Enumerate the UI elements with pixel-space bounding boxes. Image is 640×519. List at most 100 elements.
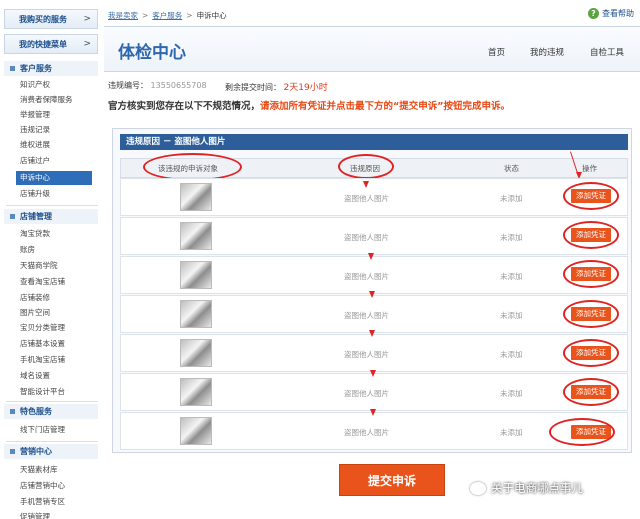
chevron-right-icon: > [83, 39, 91, 49]
annotation-ring [338, 154, 394, 179]
sidebar-item[interactable]: 促销管理 [20, 510, 92, 519]
row-status: 未添加 [500, 428, 523, 437]
breadcrumb-link-customer-service[interactable]: 客户服务 [152, 10, 182, 21]
question-icon: ? [588, 8, 599, 19]
purchased-services-label: 我购买的服务 [19, 14, 67, 24]
annotation-arrowhead [363, 181, 369, 188]
product-thumbnail[interactable] [180, 183, 212, 211]
sidebar-item[interactable]: 宝贝分类管理 [20, 321, 92, 335]
row-reason: 盗图他人图片 [344, 350, 389, 359]
sidebar-item[interactable]: 店铺升级 [20, 187, 92, 201]
annotation-ring [563, 378, 619, 406]
row-status: 未添加 [500, 350, 523, 359]
annotation-arrowhead [370, 409, 376, 416]
notice-highlight: 请添加所有凭证并点击最下方的“提交申诉”按钮完成申诉。 [260, 101, 511, 112]
sidebar-item[interactable]: 知识产权 [20, 78, 92, 92]
sidebar-item[interactable]: 查看淘宝店铺 [20, 275, 92, 289]
divider [6, 401, 98, 402]
remaining-time-label: 剩余提交时间： [225, 83, 281, 92]
breadcrumb-current: 申诉中心 [196, 10, 227, 20]
sidebar-item[interactable]: 手机淘宝店铺 [20, 353, 92, 367]
shortcut-menu-label: 我的快捷菜单 [19, 39, 67, 49]
square-icon [10, 214, 15, 219]
sidebar-item[interactable]: 淘宝贷款 [20, 227, 92, 241]
product-thumbnail[interactable] [180, 378, 212, 406]
product-thumbnail[interactable] [180, 417, 212, 445]
row-status: 未添加 [500, 233, 523, 242]
purchased-services-button[interactable]: 我购买的服务 > [4, 9, 98, 29]
row-reason: 盗图他人图片 [344, 272, 389, 281]
remaining-time: 剩余提交时间： 2天19小时 [225, 80, 328, 93]
sidebar-item[interactable]: 线下门店管理 [20, 423, 92, 437]
sidebar-item[interactable]: 账房 [20, 243, 92, 257]
product-thumbnail[interactable] [180, 300, 212, 328]
annotation-ring [563, 260, 619, 288]
sidebar-item[interactable]: 消费者保障服务 [20, 93, 92, 107]
annotation-arrowhead [369, 291, 375, 298]
submit-appeal-button[interactable]: 提交申诉 [339, 464, 445, 496]
row-reason: 盗图他人图片 [344, 428, 389, 437]
annotation-arrowhead [368, 253, 374, 260]
annotation-ring [563, 339, 619, 367]
violation-id-value: 13550655708 [150, 81, 207, 90]
product-thumbnail[interactable] [180, 222, 212, 250]
help-label: 查看帮助 [602, 9, 634, 18]
sidebar-group-marketing-center[interactable]: 营销中心 [4, 444, 98, 459]
product-thumbnail[interactable] [180, 339, 212, 367]
row-reason: 盗图他人图片 [344, 233, 389, 242]
sidebar-item[interactable]: 店铺营销中心 [20, 479, 92, 493]
sidebar-item[interactable]: 智能设计平台 [20, 385, 92, 399]
annotation-arrowhead [370, 370, 376, 377]
sidebar-item[interactable]: 举报管理 [20, 108, 92, 122]
sidebar-item-appeal-center[interactable]: 申诉中心 [16, 171, 92, 185]
sidebar-item[interactable]: 维权进展 [20, 138, 92, 152]
annotation-ring [143, 153, 242, 181]
nav-my-violations[interactable]: 我的违规 [530, 46, 564, 58]
watermark-text: 关于电商哪点事儿 [491, 481, 583, 495]
notice-text: 官方核实到您存在以下不规范情况，请添加所有凭证并点击最下方的“提交申诉”按钮完成… [108, 101, 511, 112]
column-header-action: 操作 [582, 164, 597, 173]
annotation-arrowhead [369, 330, 375, 337]
wechat-icon [470, 481, 486, 495]
row-status: 未添加 [500, 311, 523, 320]
breadcrumb-link-seller[interactable]: 我是卖家 [108, 10, 138, 21]
row-reason: 盗图他人图片 [344, 389, 389, 398]
divider [6, 205, 98, 206]
square-icon [10, 66, 15, 71]
row-reason: 盗图他人图片 [344, 194, 389, 203]
sidebar-group-store-management[interactable]: 店铺管理 [4, 209, 98, 224]
help-link[interactable]: ? 查看帮助 [588, 8, 634, 19]
sidebar-item[interactable]: 天猫素材库 [20, 463, 92, 477]
sidebar-group-featured-services[interactable]: 特色服务 [4, 404, 98, 419]
annotation-ring [549, 418, 615, 446]
annotation-ring [563, 300, 619, 328]
sidebar-item[interactable]: 店铺装修 [20, 291, 92, 305]
breadcrumb: 我是卖家 > 客户服务 > 申诉中心 [108, 8, 227, 22]
sidebar-group-customer-service[interactable]: 客户服务 [4, 61, 98, 76]
product-thumbnail[interactable] [180, 261, 212, 289]
page-title: 体检中心 [118, 43, 186, 63]
row-status: 未添加 [500, 389, 523, 398]
panel-title: 违规原因 － 盗图他人图片 [120, 134, 628, 150]
row-status: 未添加 [500, 194, 523, 203]
sidebar-item[interactable]: 违规记录 [20, 123, 92, 137]
sidebar-item[interactable]: 天猫商学院 [20, 259, 92, 273]
chevron-right-icon: > [83, 14, 91, 24]
sidebar-item[interactable]: 图片空间 [20, 306, 92, 320]
shortcut-menu-button[interactable]: 我的快捷菜单 > [4, 34, 98, 54]
nav-self-check-tools[interactable]: 自检工具 [590, 46, 624, 58]
breadcrumb-separator: > [186, 10, 193, 20]
column-header-status: 状态 [504, 164, 519, 173]
nav-home[interactable]: 首页 [488, 46, 505, 58]
annotation-ring [563, 182, 619, 210]
sidebar-item[interactable]: 手机营销专区 [20, 495, 92, 509]
breadcrumb-separator: > [142, 10, 149, 20]
row-status: 未添加 [500, 272, 523, 281]
violation-id-label: 违规编号： [108, 81, 148, 90]
row-reason: 盗图他人图片 [344, 311, 389, 320]
sidebar-item[interactable]: 店铺过户 [20, 154, 92, 168]
sidebar-item[interactable]: 域名设置 [20, 369, 92, 383]
remaining-time-value: 2天19小时 [283, 83, 328, 93]
sidebar-item[interactable]: 店铺基本设置 [20, 337, 92, 351]
divider [6, 441, 98, 442]
